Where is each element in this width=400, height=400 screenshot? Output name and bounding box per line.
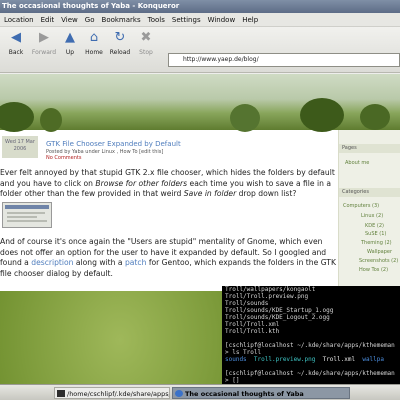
up-arrow-icon: ▲ — [65, 30, 75, 45]
menu-location[interactable]: Location — [0, 13, 37, 27]
menu-tools[interactable]: Tools — [144, 13, 168, 27]
stop-icon: ✖ — [140, 30, 152, 45]
browser-window: The occasional thoughts of Yaba - Konque… — [0, 0, 400, 291]
category-suse[interactable]: SuSE (1) — [365, 231, 386, 237]
back-arrow-icon: ◀ — [11, 30, 21, 45]
window-title[interactable]: The occasional thoughts of Yaba - Konque… — [0, 0, 400, 13]
task-terminal[interactable]: /home/cschlipf/.kde/share/apps/kthem — [54, 387, 170, 399]
forward-arrow-icon: ▶ — [39, 30, 49, 45]
reload-icon: ↻ — [114, 30, 126, 45]
term-line: Troll/wallpapers/kongaolt — [225, 286, 316, 293]
ls-sounds: sounds — [225, 356, 247, 363]
term-line: Troll/Troll.xml — [225, 321, 280, 328]
back-label: Back — [8, 49, 24, 56]
pages-heading: Pages — [339, 144, 400, 153]
terminal-window[interactable]: Troll/wallpapers/kongaolt Troll/Troll.pr… — [222, 286, 400, 384]
category-computers[interactable]: Computers (3) — [343, 203, 379, 209]
ls-wallpa: wallpa — [362, 356, 385, 363]
description-link[interactable]: description — [31, 258, 73, 267]
forward-label: Forward — [31, 49, 57, 56]
stop-label: Stop — [139, 49, 153, 56]
category-linux[interactable]: Linux (2) — [361, 213, 383, 219]
reload-label: Reload — [109, 49, 131, 56]
task-konqueror[interactable]: The occasional thoughts of Yaba — [172, 387, 350, 399]
home-label: Home — [85, 49, 103, 56]
term-input-line[interactable]: > [] — [225, 377, 239, 384]
reload-button[interactable]: ↻ Reload — [106, 29, 134, 56]
p1-italic-save-in: Save in folder — [183, 189, 237, 198]
term-line: Troll/sounds/KDE_Logout_2.ogg — [225, 314, 330, 321]
back-button[interactable]: ◀ Back — [2, 29, 30, 56]
home-icon: ⌂ — [89, 30, 99, 45]
blog-sidebar: Pages About me Categories Computers (3) … — [338, 130, 400, 291]
categories-heading: Categories — [339, 188, 400, 197]
forward-button[interactable]: ▶ Forward — [30, 29, 58, 56]
up-label: Up — [65, 49, 75, 56]
menu-window[interactable]: Window — [204, 13, 239, 27]
term-ls-output: sounds Troll.preview.png Troll.xml wallp… — [225, 356, 384, 363]
category-howtos[interactable]: How Tos (2) — [359, 267, 388, 273]
term-prompt: [cschlipf@localhost ~/.kde/share/apps/kt… — [225, 370, 395, 377]
screenshot-thumbnail[interactable] — [2, 202, 52, 228]
category-theming[interactable]: Theming (2) — [361, 240, 392, 246]
konqueror-icon — [175, 390, 183, 397]
category-kde[interactable]: KDE (2) — [365, 223, 384, 229]
ls-preview: Troll.preview.png — [253, 356, 316, 363]
menu-settings[interactable]: Settings — [168, 13, 204, 27]
location-input[interactable]: http://www.yaep.de/blog/ — [168, 53, 400, 67]
menu-bookmarks[interactable]: Bookmarks — [98, 13, 144, 27]
category-wallpaper[interactable]: Wallpaper — [367, 249, 392, 255]
term-line: Troll/sounds/KDE_Startup_1.ogg — [225, 307, 334, 314]
term-line: Troll/sounds — [225, 300, 269, 307]
term-line: Troll/Troll.kth — [225, 328, 280, 335]
task-terminal-label: /home/cschlipf/.kde/share/apps/kthem — [67, 390, 170, 398]
menu-bar: Location Edit View Go Bookmarks Tools Settings… — [0, 13, 400, 27]
term-line: Troll/Troll.preview.png — [225, 293, 309, 300]
post-date-badge: Wed 17 Mar 2006 — [2, 136, 38, 158]
menu-help[interactable]: Help — [238, 13, 261, 27]
home-button[interactable]: ⌂ Home — [80, 29, 108, 56]
p1-italic-browse: Browse for other folders — [95, 178, 188, 188]
stop-button[interactable]: ✖ Stop — [132, 29, 160, 56]
category-screenshots[interactable]: Screenshots (2) — [359, 258, 398, 264]
paragraph-2: And of course it's once again the "Users… — [0, 237, 336, 279]
comments-link[interactable]: No Comments — [46, 155, 82, 161]
term-command: > ls Troll — [225, 349, 262, 356]
web-page: Wed 17 Mar 2006 GTK File Chooser Expande… — [0, 74, 400, 291]
terminal-icon — [57, 390, 65, 397]
about-me-link[interactable]: About me — [345, 160, 369, 166]
task-konqueror-label: The occasional thoughts of Yaba — [185, 390, 304, 398]
p1-text-c: drop down list? — [236, 189, 297, 198]
menu-go[interactable]: Go — [81, 13, 98, 27]
patch-link[interactable]: patch — [125, 258, 146, 267]
post-title-link[interactable]: GTK File Chooser Expanded by Default — [46, 140, 181, 148]
term-prompt: [cschlipf@localhost ~/.kde/share/apps/kt… — [225, 342, 395, 349]
menu-edit[interactable]: Edit — [37, 13, 58, 27]
menu-view[interactable]: View — [57, 13, 81, 27]
p2-text-b: along with a — [73, 258, 125, 267]
taskbar: /home/cschlipf/.kde/share/apps/kthem The… — [0, 384, 400, 400]
paragraph-1: Ever felt annoyed by that stupid GTK 2.x… — [0, 168, 336, 200]
blog-banner — [0, 74, 400, 132]
ls-xml: Troll.xml — [322, 356, 356, 363]
